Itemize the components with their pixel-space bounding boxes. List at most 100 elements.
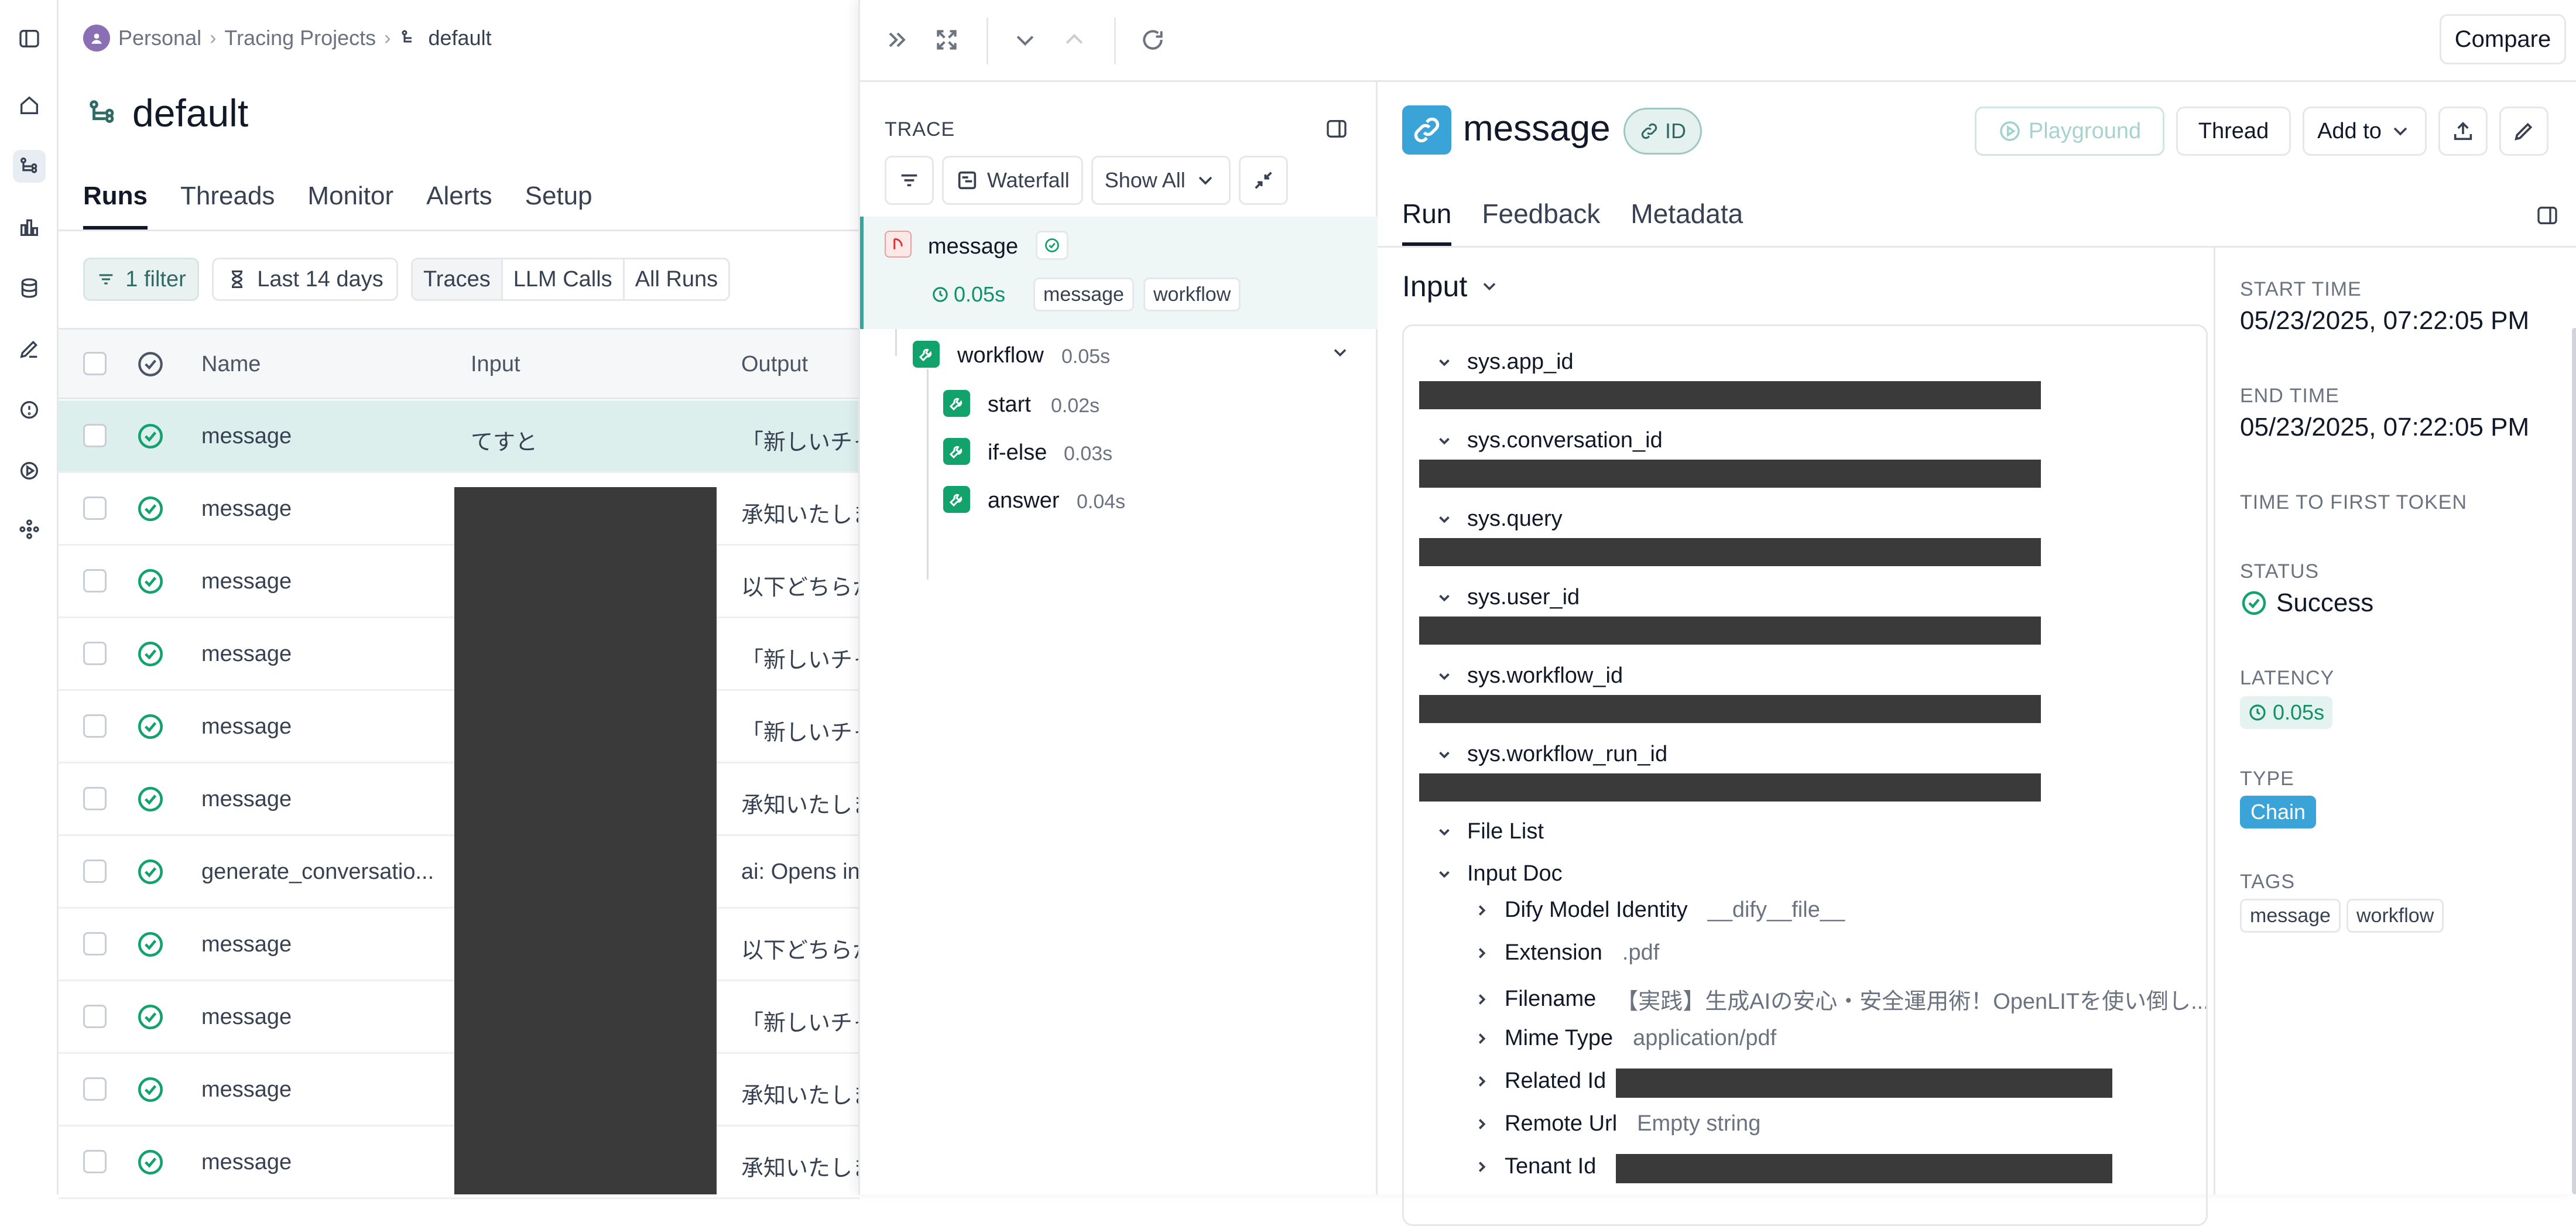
redacted-value: [1419, 695, 2041, 723]
row-checkbox[interactable]: [83, 569, 107, 593]
waterfall-button[interactable]: Waterfall: [942, 156, 1083, 205]
row-checkbox[interactable]: [83, 932, 107, 956]
panel-toggle-icon[interactable]: [1325, 117, 1351, 143]
doc-field[interactable]: Filename 【実践】生成AIの安心・安全運用術！OpenLITを使い倒し..…: [1473, 983, 2206, 1015]
trace-filter-button[interactable]: [885, 156, 934, 205]
tab-setup[interactable]: Setup: [525, 176, 592, 230]
filter-icon: [901, 174, 917, 187]
row-checkbox[interactable]: [83, 642, 107, 665]
doc-field[interactable]: Tenant Id: [1473, 1154, 1616, 1179]
if-else-node-name[interactable]: if-else: [988, 440, 1047, 465]
row-checkbox[interactable]: [83, 1150, 107, 1173]
column-input[interactable]: Input: [471, 352, 520, 377]
doc-field[interactable]: Remote Url Empty string: [1473, 1111, 1760, 1136]
playground-button[interactable]: Playground: [1975, 107, 2164, 156]
tab-metadata[interactable]: Metadata: [1630, 192, 1743, 246]
column-name[interactable]: Name: [201, 352, 261, 377]
input-key[interactable]: sys.workflow_run_id: [1436, 742, 1667, 767]
file-list-key[interactable]: File List: [1436, 819, 1544, 844]
success-icon: [136, 930, 165, 959]
ttft-label: TIME TO FIRST TOKEN: [2240, 491, 2468, 513]
doc-field[interactable]: Mime Type application/pdf: [1473, 1026, 1776, 1051]
doc-field[interactable]: Related Id: [1473, 1069, 1626, 1094]
refresh-icon[interactable]: [1136, 23, 1169, 56]
row-checkbox[interactable]: [83, 787, 107, 810]
row-checkbox[interactable]: [83, 1005, 107, 1028]
select-all-checkbox[interactable]: [83, 352, 107, 375]
waterfall-icon: [958, 171, 977, 190]
row-checkbox[interactable]: [83, 859, 107, 883]
segment-all-runs[interactable]: All Runs: [625, 259, 728, 299]
edit-button[interactable]: [2499, 107, 2548, 156]
annotation-icon[interactable]: [13, 333, 46, 365]
segment-llm-calls[interactable]: LLM Calls: [503, 259, 625, 299]
tracing-icon[interactable]: [13, 150, 46, 183]
clock-icon: [2249, 704, 2266, 721]
thread-button[interactable]: Thread: [2176, 107, 2291, 156]
start-node-name[interactable]: start: [988, 392, 1031, 417]
tree-guide: [895, 329, 897, 356]
panel-toggle-icon[interactable]: [2536, 204, 2559, 230]
status-column-icon: [138, 352, 163, 376]
add-to-button[interactable]: Add to: [2303, 107, 2427, 156]
tab-feedback[interactable]: Feedback: [1482, 192, 1600, 246]
breadcrumb-separator: ›: [210, 26, 217, 49]
row-name: message: [201, 569, 292, 594]
tab-run[interactable]: Run: [1402, 192, 1452, 246]
breadcrumb-tracing-projects[interactable]: Tracing Projects: [224, 26, 376, 50]
divider: [986, 18, 988, 64]
tag-message: message: [2240, 899, 2341, 933]
playground-icon[interactable]: [13, 454, 46, 487]
monitor-icon[interactable]: [13, 211, 46, 244]
tab-runs[interactable]: Runs: [83, 176, 148, 230]
message-node-icon: [885, 231, 912, 258]
deployments-icon[interactable]: [13, 513, 46, 546]
chevron-down-icon[interactable]: [1330, 342, 1351, 366]
answer-node-name[interactable]: answer: [988, 488, 1060, 513]
page-title: default: [85, 87, 248, 139]
answer-node-duration: 0.04s: [1077, 491, 1126, 513]
input-key[interactable]: sys.workflow_id: [1436, 663, 1623, 689]
tab-monitor[interactable]: Monitor: [307, 176, 393, 230]
tab-alerts[interactable]: Alerts: [426, 176, 492, 230]
copy-id-button[interactable]: ID: [1623, 108, 1702, 155]
input-key[interactable]: sys.query: [1436, 506, 1563, 532]
date-range-button[interactable]: Last 14 days: [212, 258, 398, 301]
column-output[interactable]: Output: [741, 352, 808, 377]
compare-button[interactable]: Compare: [2440, 14, 2566, 64]
share-button[interactable]: [2438, 107, 2488, 156]
breadcrumb-personal[interactable]: Personal: [118, 26, 201, 50]
row-checkbox[interactable]: [83, 424, 107, 447]
tab-threads[interactable]: Threads: [180, 176, 275, 230]
prompts-icon[interactable]: [13, 393, 46, 426]
collapse-drawer-icon[interactable]: [881, 23, 914, 56]
datasets-icon[interactable]: [13, 272, 46, 304]
previous-run-icon[interactable]: [1058, 23, 1091, 56]
show-all-dropdown[interactable]: Show All: [1091, 156, 1231, 205]
doc-field-value: application/pdf: [1633, 1026, 1777, 1050]
sidebar-toggle-icon[interactable]: [13, 22, 46, 55]
doc-field[interactable]: Dify Model Identity __dify__file__: [1473, 898, 1845, 923]
redacted-value: [1616, 1069, 2112, 1098]
workflow-node-name[interactable]: workflow: [957, 343, 1044, 368]
input-doc-key[interactable]: Input Doc: [1436, 861, 1563, 886]
table-row[interactable]: message てすと 「新しいチャ: [59, 400, 875, 473]
row-name: message: [201, 642, 292, 666]
row-checkbox[interactable]: [83, 1077, 107, 1101]
row-name: message: [201, 496, 292, 521]
input-key[interactable]: sys.app_id: [1436, 350, 1574, 375]
input-key[interactable]: sys.user_id: [1436, 585, 1580, 610]
home-icon[interactable]: [13, 89, 46, 122]
next-run-icon[interactable]: [1009, 23, 1042, 56]
input-key[interactable]: sys.conversation_id: [1436, 428, 1663, 453]
row-checkbox[interactable]: [83, 714, 107, 738]
scrollbar[interactable]: [2572, 328, 2576, 1194]
filter-button[interactable]: 1 filter: [83, 258, 199, 301]
trace-root-node[interactable]: message 0.05s message workflow: [860, 217, 1378, 329]
expand-icon[interactable]: [930, 23, 963, 56]
collapse-all-button[interactable]: [1238, 156, 1288, 205]
row-checkbox[interactable]: [83, 496, 107, 520]
doc-field[interactable]: Extension .pdf: [1473, 940, 1659, 965]
segment-traces[interactable]: Traces: [413, 259, 503, 299]
input-section-toggle[interactable]: Input: [1402, 269, 1500, 303]
